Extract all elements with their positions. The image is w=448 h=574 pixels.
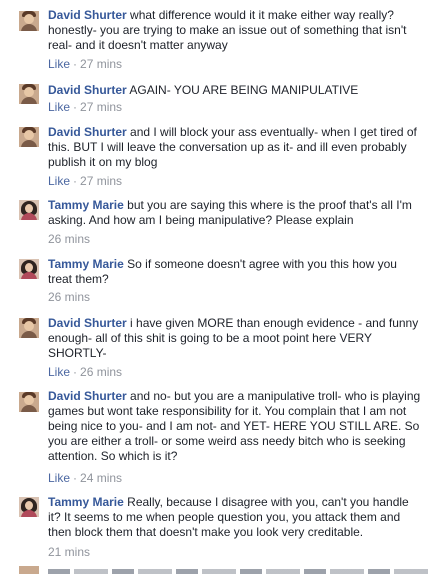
comment-time[interactable]: 21 mins: [48, 545, 90, 559]
comment-author[interactable]: Tammy Marie: [48, 495, 124, 509]
next-comment-cut-off: [19, 566, 429, 574]
comment-author[interactable]: Tammy Marie: [48, 257, 124, 271]
avatar[interactable]: [19, 497, 39, 517]
comment-body: David Shurter i have given MORE than eno…: [48, 316, 423, 361]
avatar[interactable]: [19, 11, 39, 31]
like-link[interactable]: Like: [48, 471, 70, 485]
comment-time[interactable]: 26 mins: [80, 365, 122, 379]
comment-time[interactable]: 26 mins: [48, 290, 90, 304]
avatar-body: [21, 24, 37, 31]
avatar[interactable]: [19, 392, 39, 412]
like-link[interactable]: Like: [48, 174, 70, 188]
avatar-face: [24, 321, 34, 331]
comment-meta: Like · 24 mins: [48, 471, 122, 486]
comment-meta: Like · 27 mins: [48, 100, 122, 115]
comment-meta: Like · 27 mins: [48, 174, 122, 189]
comment-author[interactable]: Tammy Marie: [48, 198, 124, 212]
comment-body: David Shurter and I will block your ass …: [48, 125, 423, 170]
like-link[interactable]: Like: [48, 365, 70, 379]
comment-body: David Shurter AGAIN- YOU ARE BEING MANIP…: [48, 83, 423, 98]
comment-body: David Shurter and no- but you are a mani…: [48, 389, 423, 464]
meta-separator: ·: [73, 57, 78, 71]
avatar[interactable]: [19, 259, 39, 279]
comment-time[interactable]: 24 mins: [80, 471, 122, 485]
avatar-body: [21, 331, 37, 338]
comment-author[interactable]: David Shurter: [48, 125, 127, 139]
meta-separator: ·: [73, 174, 78, 188]
avatar-face: [24, 130, 34, 140]
avatar-face: [24, 395, 34, 405]
comment-author[interactable]: David Shurter: [48, 316, 127, 330]
comment-time[interactable]: 26 mins: [48, 232, 90, 246]
comment-meta: 26 mins: [48, 290, 90, 305]
comment-author[interactable]: David Shurter: [48, 389, 127, 403]
comment-body: Tammy Marie So if someone doesn't agree …: [48, 257, 423, 287]
comment-meta: Like · 26 mins: [48, 365, 122, 380]
comment-meta: Like · 27 mins: [48, 57, 122, 72]
comment-author[interactable]: David Shurter: [48, 8, 127, 22]
avatar-body: [21, 405, 37, 412]
comment-time[interactable]: 27 mins: [80, 100, 122, 114]
meta-separator: ·: [73, 100, 78, 114]
comment-body: Tammy Marie Really, because I disagree w…: [48, 495, 423, 540]
comment-time[interactable]: 27 mins: [80, 174, 122, 188]
meta-separator: ·: [73, 365, 78, 379]
avatar: [19, 566, 39, 574]
like-link[interactable]: Like: [48, 57, 70, 71]
comment-text: AGAIN- YOU ARE BEING MANIPULATIVE: [129, 83, 359, 97]
comment-body: Tammy Marie but you are saying this wher…: [48, 198, 423, 228]
avatar[interactable]: [19, 127, 39, 147]
avatar-body: [21, 140, 37, 147]
avatar[interactable]: [19, 200, 39, 220]
comment-meta: 26 mins: [48, 232, 90, 247]
avatar-body: [21, 97, 37, 104]
avatar[interactable]: [19, 84, 39, 104]
comment-author[interactable]: David Shurter: [48, 83, 127, 97]
avatar-face: [24, 14, 34, 24]
avatar-face: [25, 501, 33, 510]
avatar-face: [24, 87, 34, 97]
like-link[interactable]: Like: [48, 100, 70, 114]
meta-separator: ·: [73, 471, 78, 485]
comment-time[interactable]: 27 mins: [80, 57, 122, 71]
avatar-face: [25, 204, 33, 213]
avatar[interactable]: [19, 318, 39, 338]
comment-meta: 21 mins: [48, 545, 90, 560]
comment-body: David Shurter what difference would it i…: [48, 8, 423, 53]
comment-text-cut-off: [48, 569, 428, 574]
avatar-face: [25, 263, 33, 272]
